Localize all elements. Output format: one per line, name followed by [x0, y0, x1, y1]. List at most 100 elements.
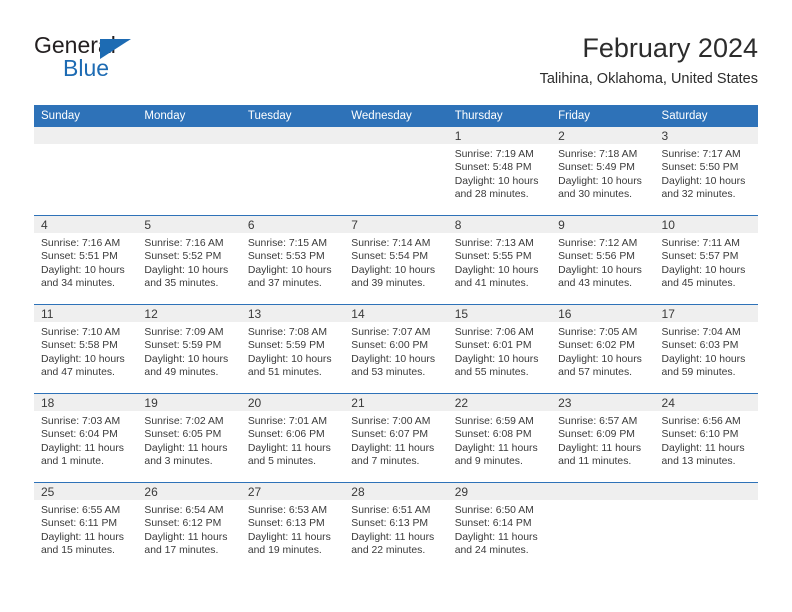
column-header-sunday: Sunday: [34, 105, 138, 127]
sunset-text: Sunset: 6:04 PM: [41, 429, 118, 441]
daylight-text-line1: Daylight: 10 hours: [351, 264, 436, 276]
calendar-day-cell[interactable]: 1 Sunrise: 7:19 AM Sunset: 5:48 PM Daylight…: [447, 127, 552, 216]
day-details: Sunrise: 6:54 AM Sunset: 6:12 PM Daylight:…: [137, 500, 240, 558]
calendar-day-cell[interactable]: 12 Sunrise: 7:09 AM Sunset: 5:59 PM Dayligh…: [137, 304, 241, 394]
calendar-day-cell[interactable]: 19 Sunrise: 7:02 AM Sunset: 6:05 PM Dayligh…: [137, 393, 241, 483]
calendar-day-cell[interactable]: 16 Sunrise: 7:05 AM Sunset: 6:02 PM Dayligh…: [551, 304, 655, 394]
daylight-text-line2: and 32 minutes.: [661, 189, 736, 201]
calendar-day-cell[interactable]: 2 Sunrise: 7:18 AM Sunset: 5:49 PM Daylight…: [551, 127, 655, 216]
calendar-day-cell[interactable]: 8 Sunrise: 7:13 AM Sunset: 5:55 PM Daylight…: [447, 215, 552, 305]
day-details: Sunrise: 7:08 AM Sunset: 5:59 PM Daylight:…: [241, 322, 344, 380]
daylight-text-line1: Daylight: 10 hours: [351, 353, 436, 365]
daylight-text-line2: and 30 minutes.: [558, 189, 633, 201]
general-blue-logo[interactable]: General Blue: [34, 32, 234, 88]
sunrise-text: Sunrise: 6:54 AM: [144, 505, 224, 516]
sunrise-text: Sunrise: 7:00 AM: [351, 416, 431, 427]
column-header-friday: Friday: [551, 105, 655, 127]
calendar-day-cell[interactable]: 7 Sunrise: 7:14 AM Sunset: 5:54 PM Daylight…: [344, 215, 448, 305]
calendar-day-cell[interactable]: 25 Sunrise: 6:55 AM Sunset: 6:11 PM Dayligh…: [34, 482, 138, 571]
calendar-day-cell[interactable]: 14 Sunrise: 7:07 AM Sunset: 6:00 PM Dayligh…: [344, 304, 448, 394]
sunset-text: Sunset: 5:57 PM: [661, 251, 739, 263]
sunset-text: Sunset: 6:00 PM: [351, 340, 429, 352]
column-header-saturday: Saturday: [654, 105, 758, 127]
calendar-day-cell[interactable]: 5 Sunrise: 7:16 AM Sunset: 5:52 PM Daylight…: [137, 215, 241, 305]
sunset-text: Sunset: 6:08 PM: [454, 429, 532, 441]
daylight-text-line2: and 15 minutes.: [41, 545, 115, 557]
sunset-text: Sunset: 5:54 PM: [351, 251, 429, 263]
calendar-day-cell[interactable]: 29 Sunrise: 6:50 AM Sunset: 6:14 PM Dayligh…: [447, 482, 552, 571]
calendar-day-cell[interactable]: 24 Sunrise: 6:56 AM Sunset: 6:10 PM Dayligh…: [654, 393, 758, 483]
day-number: 21: [344, 394, 448, 411]
calendar-day-cell[interactable]: 22 Sunrise: 6:59 AM Sunset: 6:08 PM Dayligh…: [447, 393, 552, 483]
day-details: [241, 144, 344, 148]
calendar-day-cell[interactable]: 10 Sunrise: 7:11 AM Sunset: 5:57 PM Dayligh…: [654, 215, 758, 305]
calendar-day-cell[interactable]: 26 Sunrise: 6:54 AM Sunset: 6:12 PM Dayligh…: [137, 482, 241, 571]
day-details: [551, 500, 654, 504]
day-details: Sunrise: 7:07 AM Sunset: 6:00 PM Daylight:…: [344, 322, 447, 380]
day-number: 26: [137, 483, 241, 500]
day-details: Sunrise: 7:04 AM Sunset: 6:03 PM Daylight:…: [655, 322, 758, 380]
sunset-text: Sunset: 6:03 PM: [661, 340, 739, 352]
page-subtitle: Talihina, Oklahoma, United States: [539, 71, 758, 87]
sunset-text: Sunset: 6:12 PM: [144, 518, 222, 530]
daylight-text-line2: and 57 minutes.: [558, 367, 633, 379]
daylight-text-line2: and 9 minutes.: [454, 456, 523, 468]
calendar-day-cell[interactable]: 4 Sunrise: 7:16 AM Sunset: 5:51 PM Daylight…: [34, 215, 138, 305]
sunrise-text: Sunrise: 7:16 AM: [41, 238, 121, 249]
daylight-text-line1: Daylight: 11 hours: [247, 531, 331, 543]
calendar-day-cell[interactable]: 28 Sunrise: 6:51 AM Sunset: 6:13 PM Dayligh…: [344, 482, 448, 571]
daylight-text-line2: and 43 minutes.: [558, 278, 633, 290]
calendar-day-cell[interactable]: 3 Sunrise: 7:17 AM Sunset: 5:50 PM Daylight…: [654, 127, 758, 216]
calendar-day-cell[interactable]: 21 Sunrise: 7:00 AM Sunset: 6:07 PM Dayligh…: [344, 393, 448, 483]
calendar-day-cell[interactable]: 23 Sunrise: 6:57 AM Sunset: 6:09 PM Dayligh…: [551, 393, 655, 483]
calendar-header-row: Sunday Monday Tuesday Wednesday Thursday Frid…: [34, 105, 758, 127]
sunrise-text: Sunrise: 7:02 AM: [144, 416, 224, 427]
sunrise-text: Sunrise: 6:50 AM: [454, 505, 534, 516]
sunset-text: Sunset: 6:14 PM: [454, 518, 532, 530]
calendar-day-cell[interactable]: 6 Sunrise: 7:15 AM Sunset: 5:53 PM Daylight…: [240, 215, 345, 305]
calendar-day-cell[interactable]: 13 Sunrise: 7:08 AM Sunset: 5:59 PM Dayligh…: [240, 304, 345, 394]
sunset-text: Sunset: 5:52 PM: [144, 251, 222, 263]
day-number: 20: [240, 394, 345, 411]
sunrise-text: Sunrise: 7:06 AM: [454, 327, 534, 338]
calendar-cell-empty: [344, 127, 448, 216]
day-number: 7: [344, 216, 448, 233]
sunrise-text: Sunrise: 7:17 AM: [661, 149, 741, 160]
calendar-day-cell[interactable]: 17 Sunrise: 7:04 AM Sunset: 6:03 PM Dayligh…: [654, 304, 758, 394]
daylight-text-line1: Daylight: 10 hours: [454, 264, 539, 276]
sunrise-text: Sunrise: 7:03 AM: [41, 416, 121, 427]
day-number: 14: [344, 305, 448, 322]
day-details: Sunrise: 7:15 AM Sunset: 5:53 PM Daylight:…: [241, 233, 344, 291]
daylight-text-line2: and 47 minutes.: [41, 367, 115, 379]
daylight-text-line1: Daylight: 11 hours: [41, 531, 124, 543]
day-number: 6: [240, 216, 345, 233]
sunrise-text: Sunrise: 7:14 AM: [351, 238, 431, 249]
day-number: [344, 127, 448, 144]
sunset-text: Sunset: 5:50 PM: [661, 162, 739, 174]
calendar-day-cell[interactable]: 9 Sunrise: 7:12 AM Sunset: 5:56 PM Daylight…: [551, 215, 655, 305]
daylight-text-line1: Daylight: 10 hours: [144, 353, 229, 365]
day-details: Sunrise: 7:00 AM Sunset: 6:07 PM Daylight:…: [344, 411, 447, 469]
calendar-cell-empty: [654, 482, 758, 571]
sunset-text: Sunset: 6:02 PM: [558, 340, 635, 352]
calendar-body: 1 Sunrise: 7:19 AM Sunset: 5:48 PM Daylight…: [34, 127, 758, 571]
day-number: 29: [447, 483, 552, 500]
daylight-text-line2: and 5 minutes.: [247, 456, 317, 468]
sunset-text: Sunset: 5:58 PM: [41, 340, 118, 352]
sunrise-text: Sunrise: 7:08 AM: [247, 327, 327, 338]
sunrise-text: Sunrise: 7:05 AM: [558, 327, 638, 338]
calendar-day-cell[interactable]: 18 Sunrise: 7:03 AM Sunset: 6:04 PM Dayligh…: [34, 393, 138, 483]
day-details: Sunrise: 7:02 AM Sunset: 6:05 PM Daylight:…: [137, 411, 240, 469]
day-details: Sunrise: 7:03 AM Sunset: 6:04 PM Daylight:…: [34, 411, 137, 469]
sunset-text: Sunset: 6:13 PM: [247, 518, 325, 530]
calendar-day-cell[interactable]: 27 Sunrise: 6:53 AM Sunset: 6:13 PM Dayligh…: [240, 482, 345, 571]
day-details: Sunrise: 6:56 AM Sunset: 6:10 PM Daylight:…: [655, 411, 758, 469]
sunrise-text: Sunrise: 7:11 AM: [661, 238, 740, 249]
day-details: Sunrise: 7:16 AM Sunset: 5:51 PM Daylight:…: [34, 233, 137, 291]
daylight-text-line1: Daylight: 11 hours: [454, 442, 538, 454]
day-number: 1: [447, 127, 552, 144]
calendar-day-cell[interactable]: 20 Sunrise: 7:01 AM Sunset: 6:06 PM Dayligh…: [240, 393, 345, 483]
calendar-day-cell[interactable]: 15 Sunrise: 7:06 AM Sunset: 6:01 PM Dayligh…: [447, 304, 552, 394]
sunrise-text: Sunrise: 7:16 AM: [144, 238, 224, 249]
calendar-day-cell[interactable]: 11 Sunrise: 7:10 AM Sunset: 5:58 PM Dayligh…: [34, 304, 138, 394]
